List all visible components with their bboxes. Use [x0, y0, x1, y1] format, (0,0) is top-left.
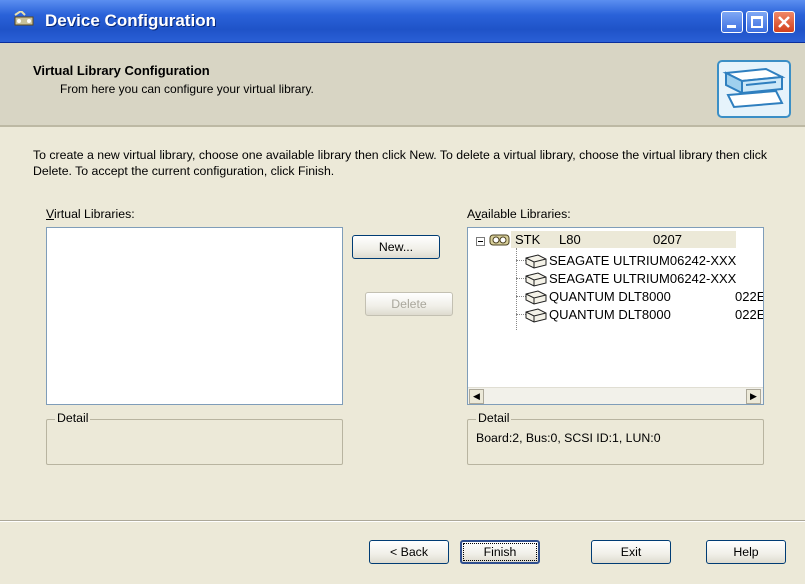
collapse-icon[interactable]	[476, 237, 485, 246]
tree-item-seagate-2[interactable]: SEAGATE ULTRIUM06242-XXX	[549, 271, 736, 286]
maximize-icon	[751, 16, 763, 28]
virtual-libraries-label: Virtual Libraries:	[46, 207, 135, 221]
scroll-left-icon[interactable]: ◀	[469, 389, 484, 404]
maximize-button[interactable]	[746, 11, 768, 33]
close-icon	[778, 16, 790, 28]
tape-drive-icon	[525, 308, 547, 323]
tree-item-seagate-1[interactable]: SEAGATE ULTRIUM06242-XXX	[549, 253, 736, 268]
scroll-right-icon[interactable]: ▶	[746, 389, 761, 404]
right-detail-label: Detail	[476, 411, 512, 425]
available-libraries-label: Available Libraries:	[467, 207, 571, 221]
tape-drive-icon	[525, 290, 547, 305]
tape-drive-icon	[525, 254, 547, 269]
left-detail-label: Detail	[55, 411, 91, 425]
virtual-libraries-list[interactable]	[46, 227, 343, 405]
device-config-icon	[14, 11, 34, 26]
new-button[interactable]: New...	[352, 235, 440, 259]
exit-button[interactable]: Exit	[591, 540, 671, 564]
close-button[interactable]	[773, 11, 795, 33]
help-button[interactable]: Help	[706, 540, 786, 564]
device-configuration-window: Device Configuration Virtual Library Con…	[0, 0, 805, 584]
title-bar[interactable]: Device Configuration	[0, 0, 805, 43]
header-subtitle: From here you can configure your virtual…	[60, 82, 314, 96]
minimize-button[interactable]	[721, 11, 743, 33]
instructions-text: To create a new virtual library, choose …	[33, 148, 768, 178]
window-title: Device Configuration	[45, 11, 216, 30]
tree-item-stk[interactable]: STK L80 0207	[511, 231, 736, 248]
horizontal-scrollbar[interactable]: ◀ ▶	[468, 387, 763, 404]
footer-divider	[0, 520, 805, 522]
tape-drive-icon	[525, 272, 547, 287]
delete-button[interactable]: Delete	[365, 292, 453, 316]
back-button[interactable]: < Back	[369, 540, 449, 564]
left-detail-group	[46, 419, 343, 465]
available-libraries-tree[interactable]: STK L80 0207 SEAGATE ULTRIUM06242-XXX SE…	[467, 227, 764, 405]
finish-button[interactable]: Finish	[460, 540, 540, 564]
minimize-icon	[727, 25, 736, 28]
header-title: Virtual Library Configuration	[33, 63, 210, 78]
library-icon	[489, 234, 510, 246]
right-detail-text: Board:2, Bus:0, SCSI ID:1, LUN:0	[476, 431, 661, 445]
tape-library-logo-icon	[717, 60, 791, 118]
